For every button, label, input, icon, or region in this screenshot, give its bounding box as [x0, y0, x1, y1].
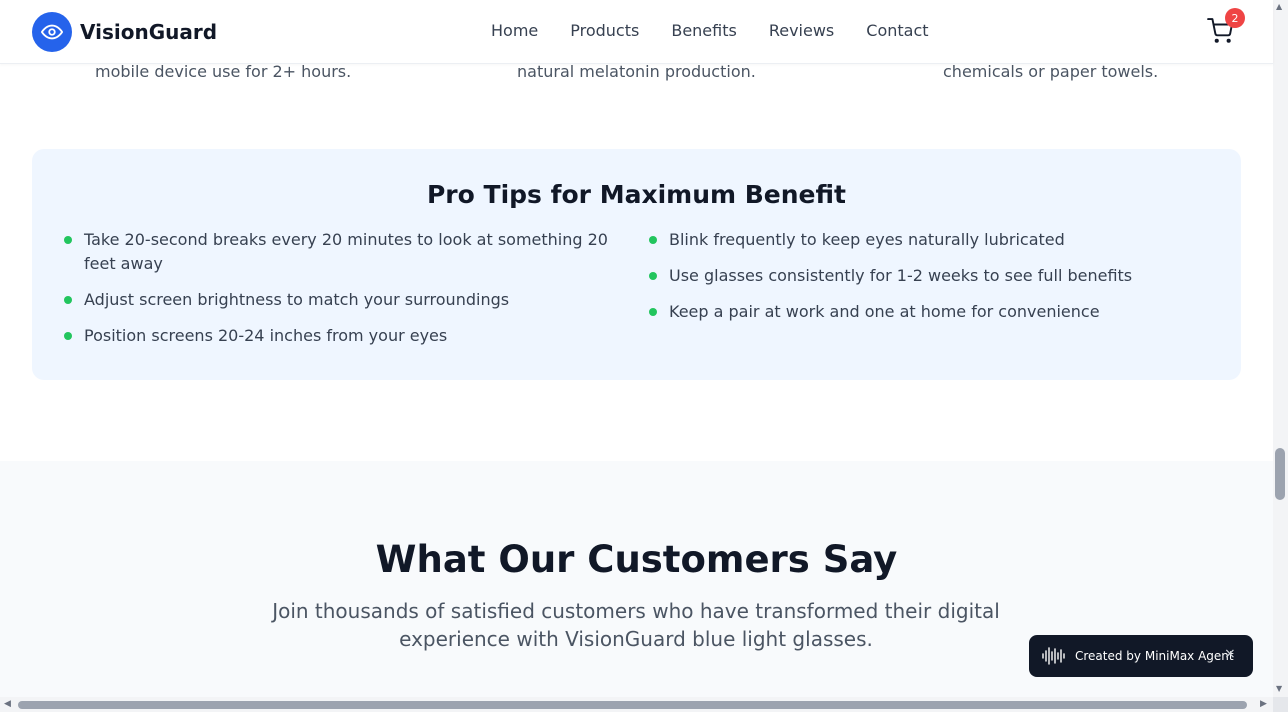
nav-home[interactable]: Home [475, 20, 554, 42]
horizontal-scrollbar-thumb[interactable] [18, 701, 1247, 709]
tip-item: Blink frequently to keep eyes naturally … [649, 228, 1209, 252]
soundwave-icon [1042, 647, 1065, 665]
brand-name: VisionGuard [80, 20, 218, 44]
tip-text: Use glasses consistently for 1-2 weeks t… [669, 266, 1133, 285]
tip-text: Keep a pair at work and one at home for … [669, 302, 1100, 321]
testimonials-subtitle: Join thousands of satisfied customers wh… [272, 599, 1000, 651]
bullet-icon [649, 272, 657, 280]
tip-item: Take 20-second breaks every 20 minutes t… [64, 228, 624, 276]
bullet-icon [649, 236, 657, 244]
brand-logo[interactable]: VisionGuard [32, 12, 217, 52]
bullet-icon [64, 236, 72, 244]
scroll-right-arrow-icon[interactable]: ▶ [1260, 699, 1267, 709]
cart-count-badge: 2 [1225, 8, 1245, 28]
tip-item: Use glasses consistently for 1-2 weeks t… [649, 264, 1209, 288]
close-icon[interactable]: × [1224, 646, 1236, 662]
tip-item: Adjust screen brightness to match your s… [64, 288, 624, 312]
nav-products[interactable]: Products [554, 20, 655, 42]
created-by-badge[interactable]: Created by MiniMax Agent × [1029, 635, 1253, 677]
eye-icon [32, 12, 72, 52]
cart-button[interactable]: 2 [1207, 8, 1245, 46]
pro-tips-title: Pro Tips for Maximum Benefit [426, 180, 846, 209]
bullet-icon [64, 332, 72, 340]
badge-text: Created by MiniMax Agent [1075, 649, 1234, 663]
feature-text-2: natural melatonin production. [517, 62, 756, 81]
nav-benefits[interactable]: Benefits [655, 20, 753, 42]
scroll-left-arrow-icon[interactable]: ◀ [4, 699, 11, 709]
bullet-icon [64, 296, 72, 304]
tip-item: Position screens 20-24 inches from your … [64, 324, 624, 348]
tip-text: Blink frequently to keep eyes naturally … [669, 230, 1065, 249]
vertical-scrollbar-thumb[interactable] [1275, 448, 1285, 500]
vertical-scrollbar[interactable] [1273, 0, 1288, 697]
scroll-down-arrow-icon[interactable]: ▼ [1276, 684, 1282, 693]
tip-item: Keep a pair at work and one at home for … [649, 300, 1209, 324]
tip-text: Adjust screen brightness to match your s… [84, 290, 510, 309]
bullet-icon [649, 308, 657, 316]
testimonials-title: What Our Customers Say [375, 538, 898, 581]
tip-text: Take 20-second breaks every 20 minutes t… [84, 230, 608, 273]
site-header: VisionGuard Home Products Benefits Revie… [0, 0, 1273, 64]
nav-reviews[interactable]: Reviews [753, 20, 850, 42]
scroll-up-arrow-icon[interactable]: ▲ [1276, 2, 1282, 11]
scrollbar-corner [1273, 697, 1288, 712]
tip-text: Position screens 20-24 inches from your … [84, 326, 448, 345]
nav-contact[interactable]: Contact [850, 20, 944, 42]
feature-text-1: mobile device use for 2+ hours. [95, 62, 352, 81]
main-nav: Home Products Benefits Reviews Contact [475, 20, 945, 42]
feature-text-3: chemicals or paper towels. [943, 62, 1159, 81]
